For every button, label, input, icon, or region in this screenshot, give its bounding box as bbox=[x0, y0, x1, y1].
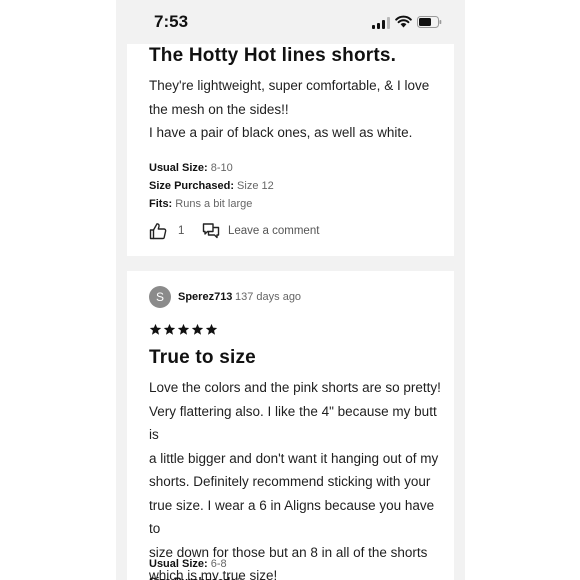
review-body-line: They're lightweight, super comfortable, … bbox=[149, 78, 430, 93]
thumbs-up-icon[interactable] bbox=[149, 222, 167, 240]
leave-comment-link[interactable]: Leave a comment bbox=[228, 225, 319, 237]
review-title: True to size bbox=[149, 347, 256, 368]
detail-key: Usual Size: bbox=[149, 558, 208, 570]
star-icon bbox=[191, 323, 204, 335]
phone-screen: 7:53 The Hotty Hot lines shorts. They're… bbox=[116, 0, 465, 580]
detail-value: 8 bbox=[237, 576, 243, 580]
detail-key: Usual Size: bbox=[149, 162, 208, 174]
review-card: The Hotty Hot lines shorts. They're ligh… bbox=[127, 44, 454, 256]
detail-usual-size: Usual Size: 8-10 bbox=[149, 159, 274, 177]
star-icon bbox=[149, 323, 162, 335]
review-body-line: Very flattering also. I like the 4" beca… bbox=[149, 403, 437, 443]
avatar: S bbox=[149, 286, 171, 308]
review-title: The Hotty Hot lines shorts. bbox=[149, 45, 397, 66]
detail-value: 6-8 bbox=[210, 558, 227, 570]
detail-size-purchased: Size Purchased: Size 12 bbox=[149, 177, 274, 195]
status-time: 7:53 bbox=[154, 12, 189, 31]
detail-value: 8-10 bbox=[210, 162, 233, 174]
detail-fits: Fits: Runs a bit large bbox=[149, 195, 274, 213]
detail-key: Size Purchased: bbox=[149, 576, 234, 580]
comment-icon[interactable] bbox=[202, 222, 220, 240]
review-date: 137 days ago bbox=[235, 291, 302, 303]
wifi-icon bbox=[395, 15, 412, 28]
detail-size-purchased: Size Purchased: 8 bbox=[149, 573, 243, 580]
star-icon bbox=[205, 323, 218, 335]
detail-value: Size 12 bbox=[237, 180, 274, 192]
review-body: They're lightweight, super comfortable, … bbox=[149, 74, 441, 145]
review-body-line: I have a pair of black ones, as well as … bbox=[149, 125, 413, 140]
detail-value: Runs a bit large bbox=[175, 198, 253, 210]
review-body-line: Love the colors and the pink shorts are … bbox=[149, 380, 441, 395]
detail-key: Size Purchased: bbox=[149, 180, 234, 192]
detail-usual-size: Usual Size: 6-8 bbox=[149, 555, 243, 573]
review-body-line: shorts. Definitely recommend sticking wi… bbox=[149, 474, 431, 489]
review-card: S Sperez713 137 days ago True to size Lo… bbox=[127, 271, 454, 580]
detail-key: Fits: bbox=[149, 198, 173, 210]
size-details: Usual Size: 8-10 Size Purchased: Size 12… bbox=[149, 159, 274, 213]
reviewer-username[interactable]: Sperez713 bbox=[178, 291, 232, 303]
review-body-line: a little bigger and don't want it hangin… bbox=[149, 450, 439, 466]
review-actions: 1 Leave a comment bbox=[149, 222, 409, 242]
star-icon bbox=[163, 323, 176, 335]
review-body-line: the mesh on the sides!! bbox=[149, 101, 289, 117]
like-count: 1 bbox=[178, 225, 185, 237]
size-details: Usual Size: 6-8 Size Purchased: 8 bbox=[149, 555, 243, 580]
review-body-line: true size. I wear a 6 in Aligns because … bbox=[149, 497, 435, 537]
status-bar: 7:53 bbox=[116, 0, 465, 44]
review-body: Love the colors and the pink shorts are … bbox=[149, 376, 441, 580]
signal-icon bbox=[372, 17, 390, 29]
star-icon bbox=[177, 323, 190, 335]
battery-icon bbox=[417, 16, 442, 28]
